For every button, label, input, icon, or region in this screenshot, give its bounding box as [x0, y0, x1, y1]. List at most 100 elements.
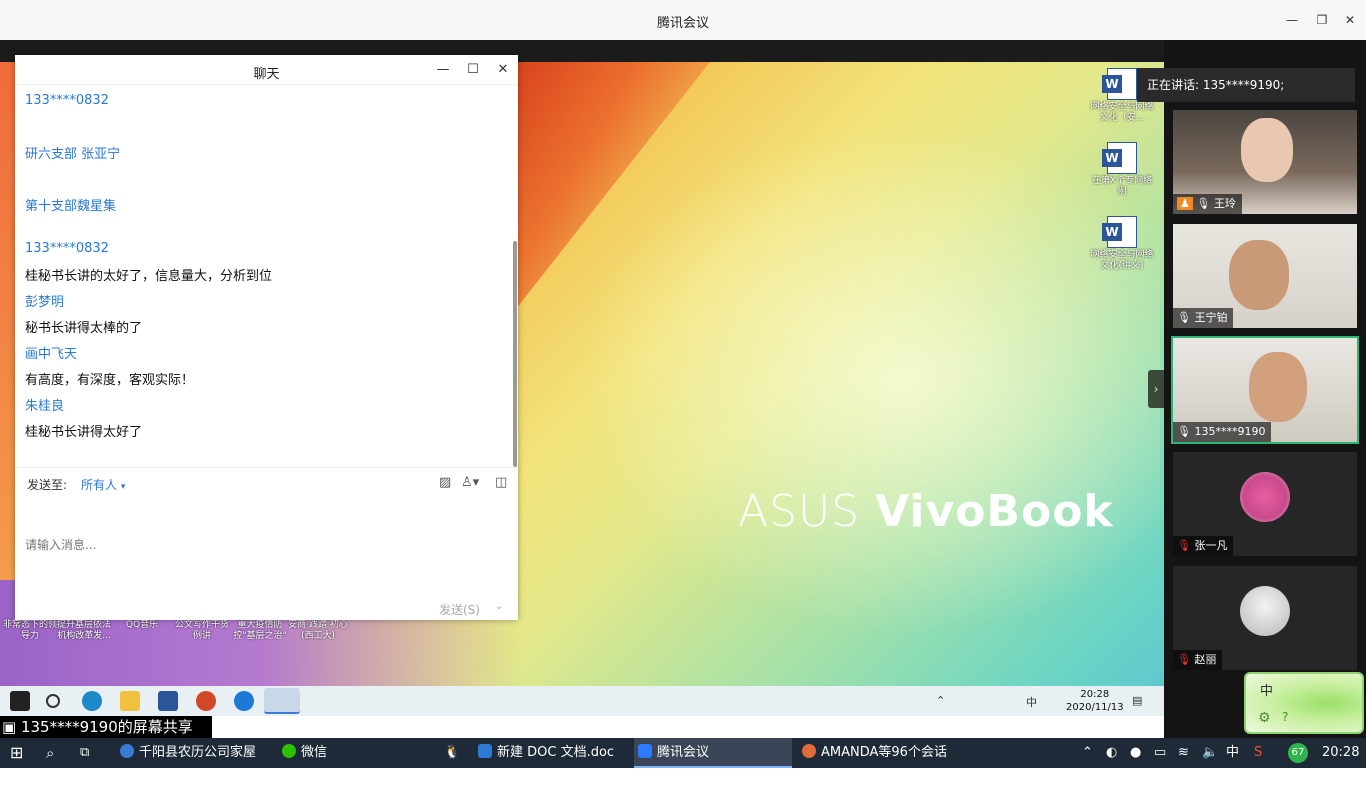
participant-video — [1249, 352, 1307, 422]
chat-header: 聊天 — ☐ ✕ — [15, 55, 518, 85]
message-sender: 研六支部 张亚宁 — [25, 147, 121, 162]
taskbar-clock[interactable]: 20:28 — [1322, 738, 1359, 768]
task-view-icon[interactable]: ⧉ — [80, 738, 89, 768]
notification-icon: ▤ — [1132, 694, 1143, 707]
avatar — [1240, 472, 1290, 522]
chat-app-icon — [802, 744, 816, 758]
battery-icon[interactable]: ▭ — [1154, 738, 1166, 768]
gear-icon[interactable]: ⚙ — [1258, 710, 1271, 726]
participant-tile[interactable]: 🎙 王宁铂 — [1173, 224, 1357, 328]
title-bar: 腾讯会议 — ❐ ✕ — [0, 0, 1366, 40]
powerpoint-icon — [196, 691, 216, 711]
image-icon[interactable]: ▨ — [439, 475, 451, 490]
windows-start-icon — [10, 691, 30, 711]
send-options-chevron-icon[interactable]: ⌄ — [495, 601, 503, 612]
desktop-icon[interactable]: QQ音乐 — [112, 620, 172, 631]
word-icon — [478, 744, 492, 758]
tencent-meeting-icon — [638, 744, 652, 758]
taskbar-app-browser[interactable]: 千阳县农历公司家屋_... — [116, 738, 272, 790]
screenshot-icon[interactable]: ◫ — [495, 475, 507, 490]
panel-toggle-chevron-icon[interactable]: › — [1148, 370, 1164, 408]
participant-tile[interactable]: 🎙 赵丽 — [1173, 566, 1357, 670]
send-button[interactable]: 发送(S) — [439, 601, 480, 618]
search-icon — [46, 694, 60, 708]
remote-ime-indicator: 中 — [1026, 696, 1037, 709]
message-sender: 133****0832 — [25, 93, 109, 108]
ie-icon — [234, 691, 254, 711]
window-title: 腾讯会议 — [656, 16, 709, 31]
message-sender: 朱桂良 — [25, 399, 65, 414]
windows-start-icon[interactable]: ⊞ — [10, 738, 23, 768]
desktop-icon[interactable]: 安商 践踏 初心 (西工大) — [288, 620, 348, 642]
chevron-up-icon: ⌃ — [936, 694, 946, 707]
desktop-icon[interactable]: W 网络安全与网络文化(讲义) — [1090, 216, 1154, 272]
chat-minimize-button[interactable]: — — [433, 60, 453, 80]
message-text: 桂秘书长讲的太好了，信息量大，分析到位 — [25, 269, 273, 284]
participant-name: 🎙 张一凡 — [1173, 536, 1234, 556]
word-icon — [158, 691, 178, 711]
word-doc-icon: W — [1102, 142, 1137, 174]
participant-video — [1229, 240, 1289, 310]
ime-widget[interactable]: 中 ⚙ ? — [1244, 672, 1364, 734]
chevron-up-icon[interactable]: ⌃ — [1082, 738, 1093, 768]
message-sender: 第十支部魏星集 — [25, 199, 117, 214]
desktop-icon[interactable]: 公文写作干货例讲 — [172, 620, 232, 642]
screen-share-label: ▣ 135****9190的屏幕共享 — [0, 716, 212, 738]
wechat-icon — [282, 744, 296, 758]
notification-badge[interactable]: 67 — [1288, 743, 1308, 763]
caret-down-icon: ▾ — [120, 482, 126, 492]
chat-close-button[interactable]: ✕ — [493, 60, 513, 80]
user-icon: ♟ — [1177, 197, 1193, 210]
taskbar-app-wechat[interactable]: 微信 — [278, 738, 398, 768]
taskbar: ⊞ ⌕ ⧉ 千阳县农历公司家屋_... 微信 🐧 新建 DOC 文档.doc .… — [0, 738, 1366, 790]
desktop-icon[interactable]: 非常态下的领导力 — [0, 620, 60, 642]
speaking-indicator: 正在讲话: 135****9190; — [1137, 68, 1355, 102]
edge-icon — [82, 691, 102, 711]
volume-icon[interactable]: 🔈 — [1202, 738, 1218, 768]
participant-tile[interactable]: ♟ 🎙 王玲 — [1173, 110, 1357, 214]
ime-indicator[interactable]: 中 — [1226, 738, 1239, 768]
qq-tray-icon[interactable]: ● — [1130, 738, 1141, 768]
mic-icon: 🎙 — [1177, 425, 1191, 438]
participant-name: 🎙 赵丽 — [1173, 650, 1223, 670]
word-doc-icon: W — [1102, 216, 1137, 248]
close-button[interactable]: ✕ — [1340, 10, 1360, 30]
wechat-tray-icon[interactable]: ◐ — [1106, 738, 1117, 768]
message-input[interactable] — [25, 500, 508, 590]
word-doc-icon: W — [1102, 68, 1137, 100]
chat-scrollbar[interactable] — [513, 241, 517, 467]
share-icon: ▣ — [2, 718, 21, 736]
minimize-button[interactable]: — — [1282, 10, 1302, 30]
help-icon[interactable]: ? — [1282, 710, 1288, 724]
desktop-icon[interactable]: 提升基层依法机构改革发... — [54, 620, 114, 642]
search-icon[interactable]: ⌕ — [46, 738, 54, 768]
remote-taskbar: ⌃ 中 20:28 2020/11/13 ▤ — [0, 686, 1164, 716]
participant-name: ♟ 🎙 王玲 — [1173, 194, 1242, 214]
taskbar-app-tencent-meeting[interactable]: 腾讯会议 — [634, 738, 792, 768]
taskbar-app-doc[interactable]: 新建 DOC 文档.doc ... — [474, 738, 628, 790]
wallpaper-glow — [520, 80, 1160, 680]
desktop-icon[interactable]: 重大疫情防控"基层之治" — [230, 620, 290, 642]
sogou-icon[interactable]: S — [1254, 738, 1262, 768]
divider — [15, 467, 518, 468]
tencent-meeting-icon — [264, 688, 300, 714]
participant-name: 🎙 王宁铂 — [1173, 308, 1234, 328]
qq-icon[interactable]: 🐧 — [444, 738, 460, 768]
taskbar-app-chat[interactable]: AMANDA等96个会话 — [798, 738, 988, 768]
participant-tile[interactable]: 🎙 张一凡 — [1173, 452, 1357, 556]
user-mention-icon[interactable]: ♙▾ — [461, 475, 479, 490]
mic-icon: 🎙 — [1196, 197, 1211, 210]
chat-maximize-button[interactable]: ☐ — [463, 60, 483, 80]
message-sender: 彭梦明 — [25, 295, 65, 310]
message-sender: 133****0832 — [25, 241, 109, 256]
chat-window: 聊天 — ☐ ✕ 133****0832 研六支部 张亚宁 第十支部魏星集 13… — [15, 55, 518, 620]
participant-tile-active[interactable]: 🎙 135****9190 — [1171, 336, 1359, 444]
browser-icon — [120, 744, 134, 758]
remote-clock: 20:28 2020/11/13 — [1066, 689, 1124, 713]
restore-button[interactable]: ❐ — [1312, 10, 1332, 30]
network-icon[interactable]: ≋ — [1178, 738, 1189, 768]
desktop-icon[interactable]: W 在第X个专网络例 — [1090, 142, 1154, 198]
mic-muted-icon: 🎙 — [1177, 653, 1191, 666]
mic-icon: 🎙 — [1177, 311, 1191, 324]
recipient-dropdown[interactable]: 所有人 ▾ — [81, 476, 125, 493]
